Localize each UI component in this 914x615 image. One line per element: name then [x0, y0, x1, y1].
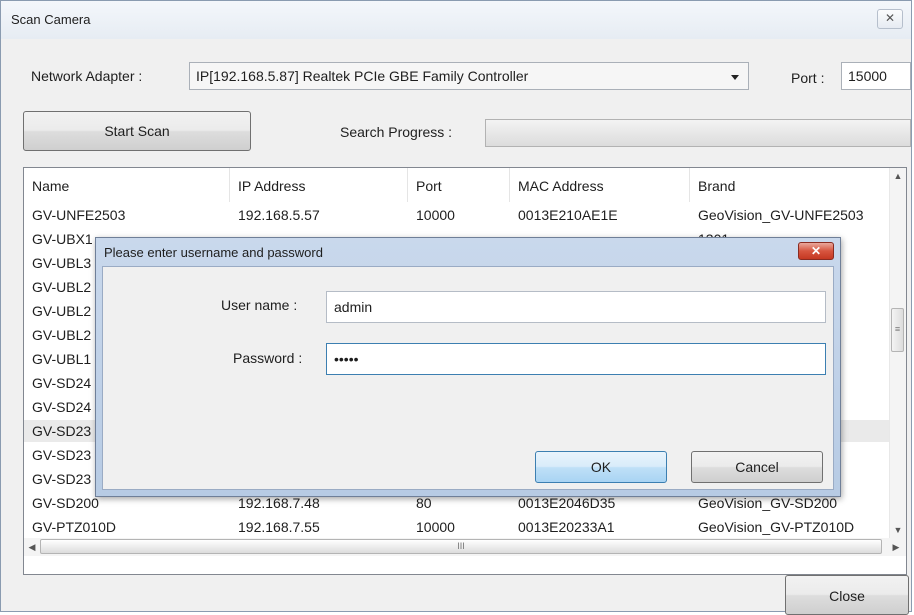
start-scan-button[interactable]: Start Scan — [23, 111, 251, 151]
table-cell: GV-PTZ010D — [32, 519, 117, 535]
network-adapter-label: Network Adapter : — [31, 68, 143, 84]
window-title: Scan Camera — [11, 12, 91, 27]
password-input[interactable]: ••••• — [326, 343, 826, 375]
table-row[interactable]: GV-UNFE2503 192.168.5.57 10000 0013E210AE1E… — [24, 204, 890, 226]
close-button[interactable]: Close — [785, 575, 909, 615]
username-input[interactable]: admin — [326, 291, 826, 323]
table-cell: GeoVision_GV-PTZ010D — [698, 519, 855, 535]
table-cell: GV-UNFE2503 — [32, 207, 126, 223]
login-dialog-close-button[interactable]: ✕ — [798, 242, 834, 260]
scroll-up-icon[interactable]: ▲ — [890, 168, 906, 184]
login-dialog-body: User name : admin Password : ••••• OK Ca… — [102, 266, 834, 490]
port-input[interactable]: 15000 — [841, 62, 911, 90]
username-label: User name : — [221, 297, 298, 313]
table-row[interactable]: GV-PTZ010D 192.168.7.55 10000 0013E20233A1 G… — [24, 516, 890, 538]
scroll-right-icon[interactable]: ▶ — [888, 539, 904, 555]
scroll-left-icon[interactable]: ◀ — [24, 539, 40, 555]
column-header[interactable]: Brand — [690, 168, 890, 202]
column-header[interactable]: Name — [24, 168, 230, 202]
table-cell: 80 — [416, 495, 432, 511]
port-label: Port : — [791, 70, 825, 86]
search-progress-bar — [485, 119, 911, 147]
password-label: Password : — [233, 350, 303, 366]
table-cell: GeoVision_GV-SD200 — [698, 495, 838, 511]
column-header[interactable]: Port — [408, 168, 510, 202]
login-dialog-title: Please enter username and password — [104, 245, 323, 260]
table-cell: 0013E2046D35 — [518, 495, 616, 511]
table-cell: 10000 — [416, 519, 455, 535]
table-cell: 0013E210AE1E — [518, 207, 618, 223]
vertical-scrollbar[interactable]: ▲ ≡ ▼ — [889, 168, 906, 538]
network-adapter-select[interactable]: IP[192.168.5.87] Realtek PCIe GBE Family… — [189, 62, 749, 90]
scan-camera-window: Scan Camera ✕ Network Adapter : IP[192.1… — [0, 0, 912, 615]
table-cell: 192.168.7.55 — [238, 519, 320, 535]
table-cell: GV-SD200 — [32, 495, 99, 511]
vertical-scroll-thumb[interactable]: ≡ — [891, 308, 904, 352]
chevron-down-icon — [731, 75, 739, 80]
login-dialog: Please enter username and password ✕ Use… — [95, 237, 841, 497]
close-icon: ✕ — [884, 11, 896, 25]
window-close-button[interactable]: ✕ — [877, 9, 903, 29]
column-header[interactable]: IP Address — [230, 168, 408, 202]
table-cell: 10000 — [416, 207, 455, 223]
table-cell: GeoVision_GV-UNFE2503 — [698, 207, 864, 223]
network-adapter-value: IP[192.168.5.87] Realtek PCIe GBE Family… — [196, 68, 529, 84]
search-progress-label: Search Progress : — [340, 124, 453, 140]
table-cell: 0013E20233A1 — [518, 519, 615, 535]
horizontal-scroll-thumb[interactable]: III — [40, 539, 882, 554]
close-icon: ✕ — [810, 244, 822, 258]
horizontal-scrollbar[interactable]: ◀ III ▶ — [24, 538, 906, 556]
scroll-down-icon[interactable]: ▼ — [890, 522, 906, 538]
table-cell: 192.168.7.48 — [238, 495, 320, 511]
ok-button[interactable]: OK — [535, 451, 667, 483]
cancel-button[interactable]: Cancel — [691, 451, 823, 483]
column-header[interactable]: MAC Address — [510, 168, 690, 202]
table-cell: 192.168.5.57 — [238, 207, 320, 223]
window-titlebar: Scan Camera ✕ — [1, 1, 911, 39]
